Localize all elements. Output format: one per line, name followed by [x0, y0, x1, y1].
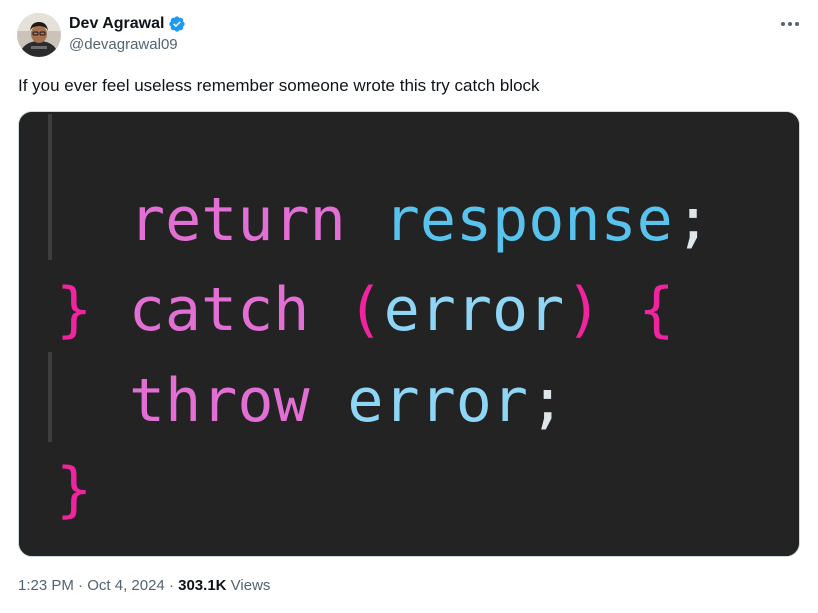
verified-badge-icon[interactable]: [168, 15, 186, 33]
avatar-photo-icon: [17, 13, 61, 57]
author-info: Dev Agrawal @devagrawal09: [69, 13, 186, 53]
tweet-media-image[interactable]: return response;} catch(error){throw error;…: [18, 111, 800, 557]
author-handle[interactable]: @devagrawal09: [69, 36, 186, 53]
tweet-date[interactable]: Oct 4, 2024: [87, 577, 165, 594]
meta-separator: ·: [168, 577, 174, 594]
views-label: Views: [230, 577, 271, 594]
code-token: throw: [129, 366, 310, 436]
tweet-time[interactable]: 1:23 PM: [18, 577, 74, 594]
code-token: ): [566, 275, 602, 345]
code-token: {: [638, 275, 674, 345]
code-token: }: [56, 455, 92, 525]
code-token: return: [129, 185, 346, 255]
author-name-row: Dev Agrawal: [69, 13, 186, 35]
more-options-button[interactable]: [778, 14, 802, 34]
tweet-text: If you ever feel useless remember someon…: [18, 76, 540, 95]
views-count: 303.1K: [178, 577, 227, 594]
code-token: error: [384, 275, 565, 345]
code-token: error: [347, 366, 528, 436]
tweet-meta: 1:23 PM · Oct 4, 2024 · 303.1K Views: [18, 576, 270, 596]
indent-guide: [48, 114, 52, 260]
meta-separator: ·: [78, 577, 84, 594]
code-token: }: [56, 275, 92, 345]
code-token: ;: [675, 185, 711, 255]
more-icon: [781, 22, 799, 26]
code-token: response: [384, 185, 673, 255]
code-token: catch: [129, 275, 310, 345]
code-snippet: return response;} catch(error) {throw error;…: [19, 112, 799, 556]
code-token: ;: [529, 366, 565, 436]
indent-guide: [48, 352, 52, 442]
author-display-name[interactable]: Dev Agrawal: [69, 15, 164, 33]
author-avatar[interactable]: [17, 13, 61, 57]
code-token: (: [347, 275, 383, 345]
tweet: Dev Agrawal @devagrawal09 If you ever fe…: [0, 0, 818, 613]
